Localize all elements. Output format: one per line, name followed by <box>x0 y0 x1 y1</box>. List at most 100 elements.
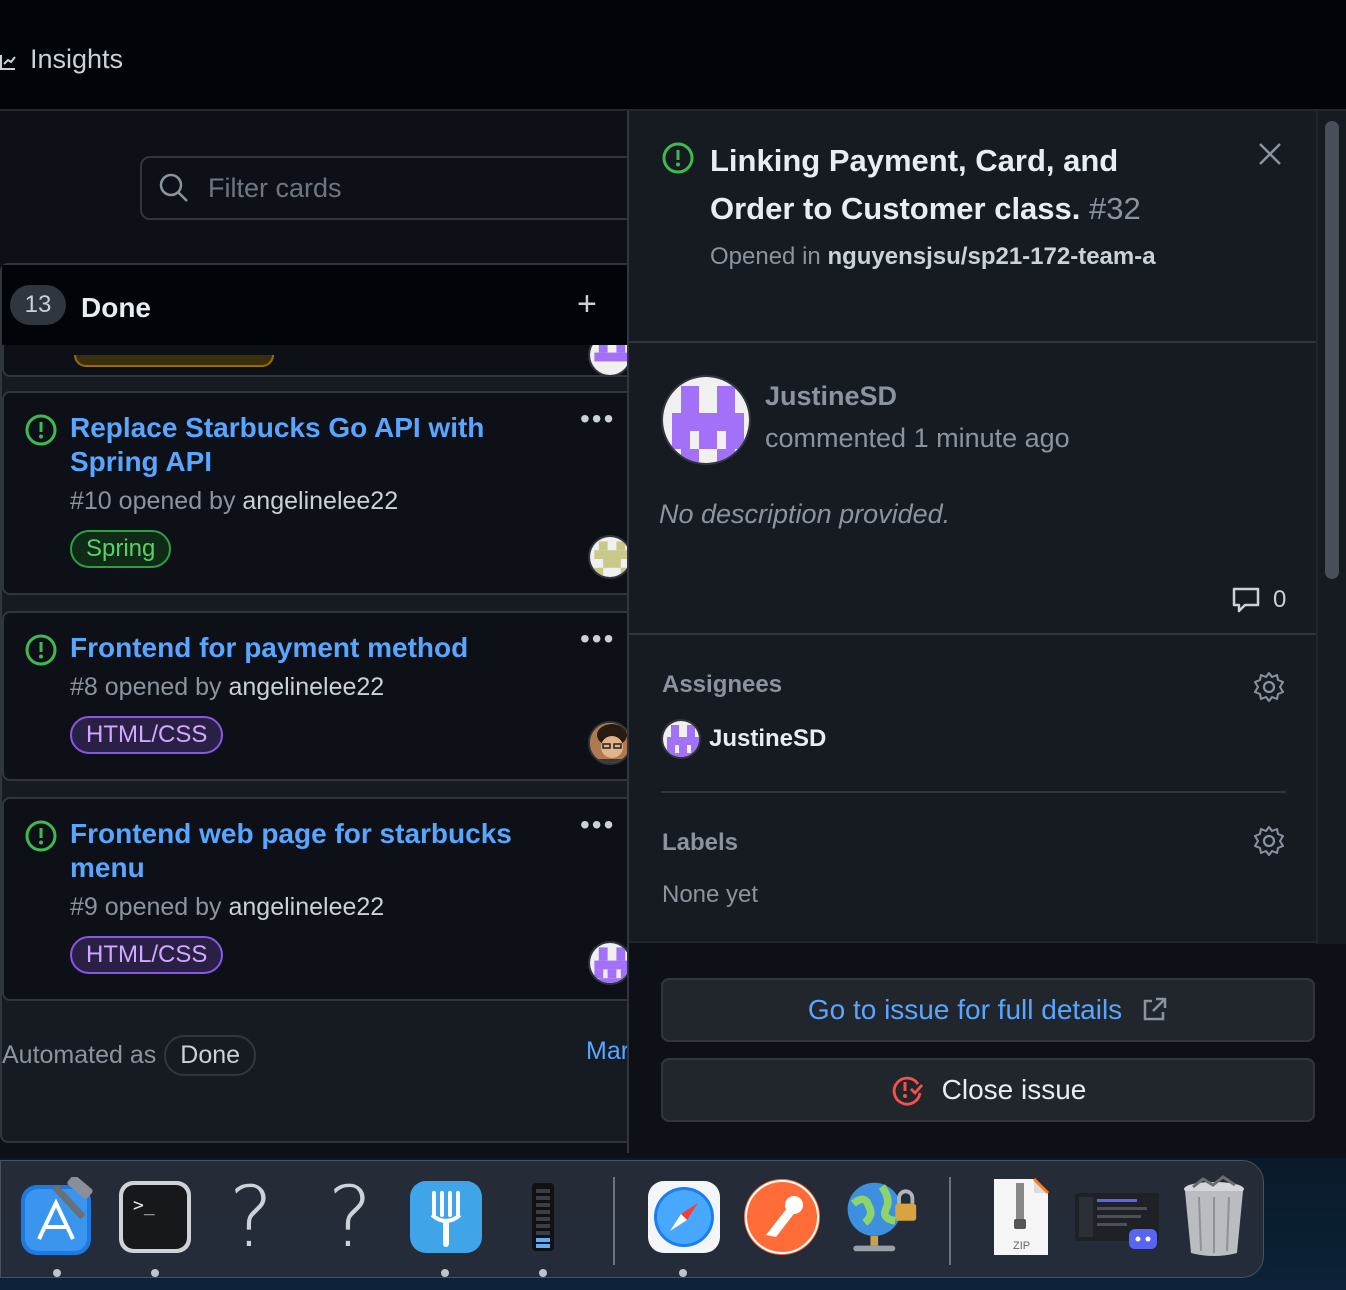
search-icon <box>159 173 188 202</box>
card-meta: #10 opened by angelinelee22 <box>70 487 398 516</box>
open-issue-icon <box>25 820 57 852</box>
close-icon[interactable] <box>1257 141 1283 167</box>
assignees-heading: Assignees <box>662 671 783 698</box>
open-issue-icon <box>25 414 57 446</box>
opened-by-text: opened by <box>118 487 236 515</box>
insights-label: Insights <box>30 44 124 74</box>
running-indicator <box>53 1269 61 1277</box>
graph-icon <box>0 54 16 70</box>
zip-file-icon[interactable]: ZIP <box>981 1177 1061 1257</box>
label-spring[interactable]: Spring <box>70 530 172 568</box>
opened-in: Opened in nguyensjsu/sp21-172-team-a <box>710 239 1180 275</box>
question-mark-glyph: ? <box>228 1168 274 1266</box>
column-title: Done <box>81 292 151 323</box>
go-to-issue-button[interactable]: Go to issue for full details <box>661 978 1315 1042</box>
card-meta: #9 opened by angelinelee22 <box>70 893 384 922</box>
terminal-icon[interactable]: >_ <box>115 1177 195 1257</box>
avatar[interactable] <box>661 375 751 465</box>
labels-empty: None yet <box>662 881 759 908</box>
automated-as-text: Automated as <box>2 1041 157 1069</box>
assignee-item[interactable]: JustineSD <box>661 719 826 759</box>
close-issue-button[interactable]: Close issue <box>661 1058 1315 1122</box>
repo-link[interactable]: nguyensjsu/sp21-172-team-a <box>827 243 1155 270</box>
unknown-app-icon[interactable]: ? <box>310 1168 390 1266</box>
project-board: Filter cards 13 Done + Replace Starbucks… <box>0 113 627 1158</box>
issue-header: Linking Payment, Card, and Order to Cust… <box>629 111 1319 343</box>
trash-icon[interactable] <box>1174 1175 1254 1257</box>
fork-app-icon[interactable] <box>406 1177 486 1257</box>
card-meta: #8 opened by angelinelee22 <box>70 673 384 702</box>
safari-icon[interactable] <box>644 1177 724 1257</box>
zip-label: ZIP <box>1013 1240 1030 1252</box>
close-issue-label: Close issue <box>941 1074 1087 1105</box>
automation-pill: Done <box>164 1035 257 1076</box>
external-link-icon <box>1143 997 1167 1021</box>
comment-icon <box>1232 587 1260 613</box>
card-title[interactable]: Replace Starbucks Go API with Spring API <box>70 411 540 479</box>
automation-info: Automated as Done <box>2 1035 257 1076</box>
label-html-css[interactable]: HTML/CSS <box>70 936 224 974</box>
network-utility-icon[interactable] <box>840 1177 920 1257</box>
go-to-issue-label: Go to issue for full details <box>807 994 1123 1025</box>
card-menu-button[interactable]: ••• <box>580 403 615 435</box>
card-menu-button[interactable]: ••• <box>580 809 615 841</box>
avatar <box>588 941 627 985</box>
manage-link[interactable]: Mar <box>586 1037 627 1066</box>
column-header: 13 Done + <box>2 265 627 345</box>
issue-comment: JustineSD commented 1 minute ago No desc… <box>629 345 1319 635</box>
add-card-button[interactable]: + <box>577 287 597 321</box>
issue-number: #32 <box>1089 191 1141 226</box>
close-issue-icon <box>892 1076 923 1106</box>
open-issue-icon <box>662 142 694 174</box>
card-menu-button[interactable]: ••• <box>580 623 615 655</box>
labels-heading: Labels <box>662 829 739 856</box>
scroll-thumb[interactable] <box>1325 121 1339 579</box>
card-author[interactable]: angelinelee22 <box>229 673 385 701</box>
issue-title[interactable]: Linking Payment, Card, and Order to Cust… <box>710 137 1180 233</box>
running-indicator <box>441 1269 449 1277</box>
done-column: 13 Done + Replace Starbucks Go API with … <box>0 263 627 1143</box>
label-html-css[interactable]: HTML/CSS <box>70 716 224 754</box>
filter-cards-input[interactable]: Filter cards <box>140 156 627 220</box>
card-title[interactable]: Frontend for payment method <box>70 631 540 665</box>
card-author[interactable]: angelinelee22 <box>242 487 398 515</box>
macos-dock: >_ ? ? ZIP <box>0 1160 1264 1278</box>
avatar <box>588 535 627 579</box>
discord-window-icon[interactable] <box>1073 1177 1161 1257</box>
issue-card[interactable]: Replace Starbucks Go API with Spring API… <box>2 391 627 595</box>
comment-count[interactable]: 0 <box>1231 585 1286 615</box>
panel-scrollbar[interactable] <box>1316 111 1346 944</box>
insights-tab[interactable]: Insights <box>0 44 123 75</box>
issue-title-text: Linking Payment, Card, and Order to Cust… <box>710 143 1119 226</box>
divider <box>661 791 1286 793</box>
comment-time: commented 1 minute ago <box>765 423 1070 453</box>
activity-monitor-icon[interactable] <box>503 1177 583 1257</box>
repo-nav-bar: Insights <box>0 0 1346 111</box>
gear-icon[interactable] <box>1253 671 1285 703</box>
terminal-prompt-glyph: >_ <box>133 1195 155 1216</box>
opened-in-text: Opened in <box>710 243 821 270</box>
running-indicator <box>679 1269 687 1277</box>
card-author[interactable]: angelinelee22 <box>229 893 385 921</box>
comment-author[interactable]: JustineSD <box>765 381 897 412</box>
issue-number: #8 <box>70 673 98 701</box>
issue-card[interactable]: Frontend web page for starbucks menu •••… <box>2 797 627 1001</box>
card-title[interactable]: Frontend web page for starbucks menu <box>70 817 540 885</box>
postman-icon[interactable] <box>742 1177 822 1257</box>
issue-card[interactable]: Frontend for payment method ••• #8 opene… <box>2 611 627 781</box>
card-count-badge: 13 <box>10 285 66 325</box>
panel-actions: Go to issue for full details Close issue <box>629 941 1346 1153</box>
unknown-app-icon[interactable]: ? <box>211 1168 291 1266</box>
gear-icon[interactable] <box>1253 825 1285 857</box>
issue-number: #10 <box>70 487 112 515</box>
xcode-icon[interactable] <box>17 1177 97 1257</box>
dock-separator <box>613 1177 615 1265</box>
question-mark-glyph: ? <box>327 1168 373 1266</box>
comment-count-value: 0 <box>1273 586 1287 613</box>
label-partial <box>74 355 274 367</box>
filter-placeholder: Filter cards <box>208 172 342 203</box>
running-indicator <box>539 1269 547 1277</box>
opened-by-text: opened by <box>104 893 222 921</box>
running-indicator <box>151 1269 159 1277</box>
issue-number: #9 <box>70 893 98 921</box>
